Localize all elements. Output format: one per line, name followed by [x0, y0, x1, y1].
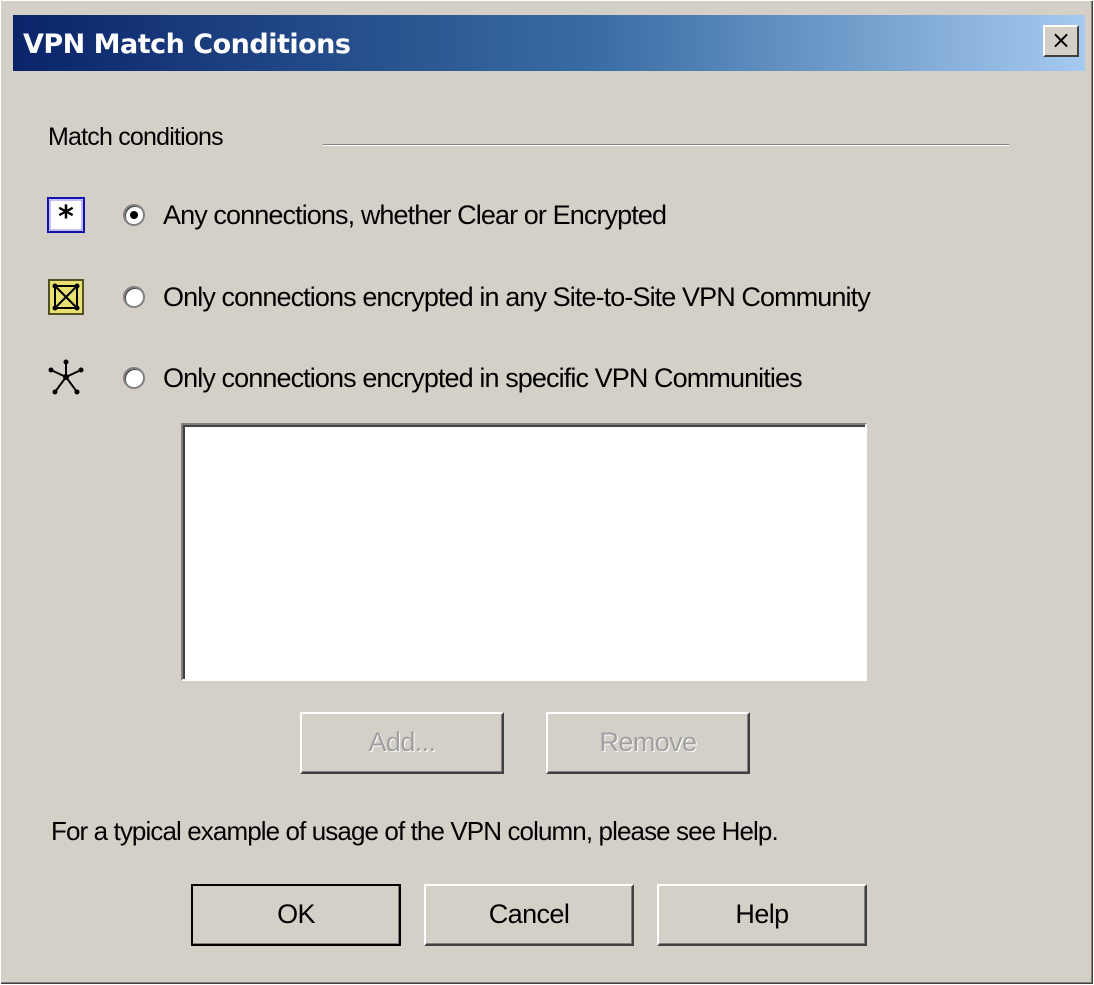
vpn-communities-list[interactable] [181, 423, 867, 681]
option-any-connections-label: Any connections, whether Clear or Encryp… [163, 199, 667, 230]
svg-text:*: * [58, 200, 74, 233]
option-specific-communities[interactable]: Only connections encrypted in specific V… [43, 356, 803, 400]
ok-button[interactable]: OK [191, 884, 401, 946]
match-conditions-group-label: Match conditions [48, 123, 224, 151]
cancel-button[interactable]: Cancel [424, 884, 634, 946]
option-any-site-to-site-label: Only connections encrypted in any Site-t… [163, 281, 871, 312]
help-button-label: Help [735, 899, 789, 929]
radio-any-site-to-site[interactable] [123, 286, 145, 308]
help-button[interactable]: Help [657, 884, 867, 946]
remove-button[interactable]: Remove [546, 712, 750, 774]
group-divider [323, 144, 1009, 146]
cancel-button-label: Cancel [488, 899, 570, 929]
close-icon: × [1050, 26, 1072, 54]
option-any-site-to-site[interactable]: Only connections encrypted in any Site-t… [43, 275, 871, 319]
help-hint-text: For a typical example of usage of the VP… [51, 816, 779, 846]
close-button[interactable]: × [1043, 25, 1079, 57]
window-title: VPN Match Conditions [23, 29, 351, 60]
radio-specific-communities[interactable] [123, 367, 145, 389]
add-button[interactable]: Add... [300, 712, 504, 774]
title-bar[interactable]: VPN Match Conditions × [13, 15, 1085, 71]
ok-button-label: OK [277, 899, 315, 929]
vpn-star-community-icon [43, 358, 89, 398]
remove-button-label: Remove [599, 727, 698, 757]
asterisk-icon: * [43, 195, 89, 235]
radio-any-connections[interactable] [123, 204, 145, 226]
site-to-site-community-icon [43, 277, 89, 317]
option-any-connections[interactable]: * Any connections, whether Clear or Encr… [43, 193, 667, 237]
vpn-match-conditions-dialog: VPN Match Conditions × Match conditions … [0, 0, 1094, 985]
add-button-label: Add... [368, 727, 437, 757]
option-specific-communities-label: Only connections encrypted in specific V… [163, 362, 803, 393]
